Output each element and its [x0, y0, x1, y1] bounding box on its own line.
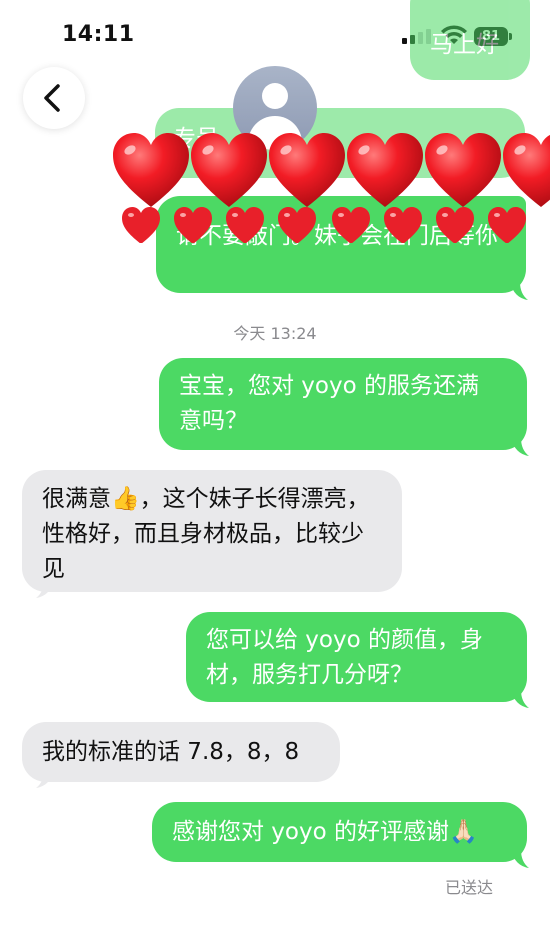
hearts-effect	[105, 130, 550, 210]
bubble-tail	[511, 850, 529, 868]
bubble-tail	[510, 282, 528, 300]
person-icon	[262, 83, 288, 109]
message-text: 很满意👍，这个妹子长得漂亮，性格好，而且身材极品，比较少见	[42, 486, 370, 582]
bubble-tail	[36, 580, 54, 598]
back-button[interactable]	[23, 67, 85, 129]
bubble-tail	[36, 770, 54, 788]
message-text: 您可以给 yoyo 的颜值，身材，服务打几分呀？	[206, 627, 483, 688]
heart-icons	[113, 133, 550, 207]
message-bubble-received[interactable]: 很满意👍，这个妹子长得漂亮，性格好，而且身材极品，比较少见	[22, 470, 402, 592]
message-timestamp: 今天 13:24	[233, 324, 317, 343]
message-text: 宝宝，您对 yoyo 的服务还满意吗？	[179, 373, 479, 434]
message-bubble-received[interactable]: 我的标准的话 7.8，8，8	[22, 722, 340, 782]
bubble-tail	[511, 690, 529, 708]
delivered-status: 已送达	[445, 878, 494, 897]
message-bubble-sent[interactable]: 您可以给 yoyo 的颜值，身材，服务打几分呀？	[186, 612, 527, 702]
message-text: 马上好	[430, 32, 499, 58]
heart-icons-small	[122, 207, 526, 243]
bubble-tail	[511, 438, 529, 456]
message-text: 我的标准的话 7.8，8，8	[42, 739, 300, 765]
message-bubble-sent-partial: 马上好	[410, 0, 530, 80]
status-time: 14:11	[62, 22, 135, 47]
chevron-left-icon	[44, 84, 60, 112]
message-bubble-sent[interactable]: 宝宝，您对 yoyo 的服务还满意吗？	[159, 358, 527, 450]
message-text: 感谢您对 yoyo 的好评感谢🙏🏻	[172, 819, 478, 845]
message-bubble-sent[interactable]: 感谢您对 yoyo 的好评感谢🙏🏻	[152, 802, 527, 862]
hearts-effect-row-2	[120, 203, 540, 243]
